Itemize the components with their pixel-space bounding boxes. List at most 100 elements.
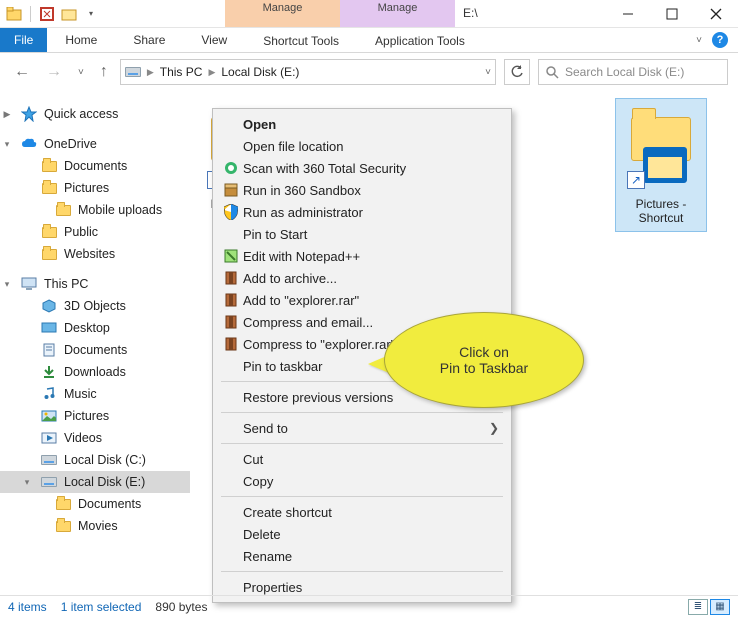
winrar-icon	[219, 314, 243, 330]
chevron-right-icon[interactable]: ▶	[206, 67, 217, 78]
tree-label: 3D Objects	[64, 299, 126, 313]
folder-icon	[40, 224, 58, 240]
tree-local-disk-c[interactable]: Local Disk (C:)	[0, 449, 190, 471]
breadcrumb-thispc[interactable]: This PC	[160, 65, 203, 79]
nav-back-button[interactable]: ←	[10, 63, 34, 81]
tree-pc-downloads[interactable]: Downloads	[0, 361, 190, 383]
ctx-tab-shortcut-tools[interactable]: Manage	[225, 0, 340, 27]
search-box[interactable]: Search Local Disk (E:)	[538, 59, 728, 85]
tree-label: Local Disk (C:)	[64, 453, 146, 467]
nav-recent-dropdown[interactable]: ˅	[74, 67, 88, 78]
pictures-icon	[40, 408, 58, 424]
qat-properties-icon[interactable]	[39, 6, 55, 22]
cloud-icon	[20, 136, 38, 152]
winrar-icon	[219, 270, 243, 286]
tree-pc-documents[interactable]: Documents	[0, 339, 190, 361]
address-bar[interactable]: ▶ This PC ▶ Local Disk (E:) ˅	[120, 59, 496, 85]
cm-delete[interactable]: Delete	[215, 523, 509, 545]
close-button[interactable]	[694, 0, 738, 27]
cm-send-to[interactable]: Send to❯	[215, 417, 509, 439]
ribbon-collapse-icon[interactable]: ˅	[696, 35, 702, 46]
tree-label: Desktop	[64, 321, 110, 335]
cm-create-shortcut[interactable]: Create shortcut	[215, 501, 509, 523]
chevron-right-icon[interactable]: ▶	[145, 67, 156, 78]
window-controls	[606, 0, 738, 27]
tree-e-movies[interactable]: Movies	[0, 515, 190, 537]
titlebar: ▾ Manage Manage E:\	[0, 0, 738, 28]
status-item-count: 4 items	[8, 600, 47, 614]
tree-e-documents[interactable]: Documents	[0, 493, 190, 515]
nav-tree[interactable]: ▶ Quick access ▾ OneDrive Documents Pict…	[0, 93, 190, 595]
tree-od-websites[interactable]: Websites	[0, 243, 190, 265]
cm-cut[interactable]: Cut	[215, 448, 509, 470]
tree-label: Public	[64, 225, 98, 239]
cm-copy[interactable]: Copy	[215, 470, 509, 492]
drive-icon	[40, 452, 58, 468]
tab-file[interactable]: File	[0, 28, 47, 52]
tree-pc-pictures[interactable]: Pictures	[0, 405, 190, 427]
ctx-tab-application-tools[interactable]: Manage	[340, 0, 455, 27]
tab-view[interactable]: View	[183, 28, 245, 52]
tree-od-mobile[interactable]: Mobile uploads	[0, 199, 190, 221]
cm-run-as-admin[interactable]: Run as administrator	[215, 201, 509, 223]
cm-edit-notepadpp[interactable]: Edit with Notepad++	[215, 245, 509, 267]
cm-rename[interactable]: Rename	[215, 545, 509, 567]
cm-run-360-sandbox[interactable]: Run in 360 Sandbox	[215, 179, 509, 201]
star-icon	[20, 106, 38, 122]
tab-application-tools[interactable]: Application Tools	[357, 28, 483, 52]
tab-share[interactable]: Share	[115, 28, 183, 52]
tree-label: Websites	[64, 247, 115, 261]
cm-scan-360[interactable]: Scan with 360 Total Security	[215, 157, 509, 179]
nav-up-button[interactable]: ↑	[96, 63, 112, 81]
tree-pc-3d[interactable]: 3D Objects	[0, 295, 190, 317]
tree-local-disk-e[interactable]: ▾Local Disk (E:)	[0, 471, 190, 493]
tree-label: Pictures	[64, 181, 109, 195]
tab-shortcut-tools[interactable]: Shortcut Tools	[245, 28, 357, 52]
qat-newfolder-icon[interactable]	[61, 6, 77, 22]
tree-pc-music[interactable]: Music	[0, 383, 190, 405]
chevron-right-icon: ❯	[489, 421, 499, 435]
explorer-icon	[6, 6, 22, 22]
address-dropdown-icon[interactable]: ˅	[485, 67, 491, 78]
refresh-button[interactable]	[504, 59, 530, 85]
maximize-button[interactable]	[650, 0, 694, 27]
cm-add-to-explorer-rar[interactable]: Add to "explorer.rar"	[215, 289, 509, 311]
shield-uac-icon	[219, 204, 243, 220]
drive-icon	[40, 474, 58, 490]
tree-od-public[interactable]: Public	[0, 221, 190, 243]
qat-dropdown-icon[interactable]: ▾	[83, 6, 99, 22]
cm-separator	[221, 496, 503, 497]
breadcrumb-drive[interactable]: Local Disk (E:)	[221, 65, 299, 79]
folder-icon	[54, 496, 72, 512]
tree-label: This PC	[44, 277, 88, 291]
window-title: E:\	[455, 0, 606, 27]
tab-home[interactable]: Home	[47, 28, 115, 52]
view-details-button[interactable]: ≣	[688, 599, 708, 615]
tree-label: Pictures	[64, 409, 109, 423]
view-large-icons-button[interactable]: ▦	[710, 599, 730, 615]
item-pictures-shortcut[interactable]: ↗ Pictures - Shortcut	[616, 99, 706, 231]
nav-forward-button[interactable]: →	[42, 63, 66, 81]
tree-pc-videos[interactable]: Videos	[0, 427, 190, 449]
tree-pc-desktop[interactable]: Desktop	[0, 317, 190, 339]
minimize-button[interactable]	[606, 0, 650, 27]
3d-icon	[40, 298, 58, 314]
status-bar: 4 items 1 item selected 890 bytes ≣ ▦	[0, 595, 738, 617]
help-icon[interactable]: ?	[712, 32, 728, 48]
cm-separator	[221, 412, 503, 413]
tree-od-documents[interactable]: Documents	[0, 155, 190, 177]
cm-separator	[221, 443, 503, 444]
tree-label: Videos	[64, 431, 102, 445]
tree-thispc[interactable]: ▾ This PC	[0, 273, 190, 295]
cm-open-file-location[interactable]: Open file location	[215, 135, 509, 157]
cm-add-to-archive[interactable]: Add to archive...	[215, 267, 509, 289]
search-placeholder: Search Local Disk (E:)	[565, 65, 684, 79]
tree-onedrive[interactable]: ▾ OneDrive	[0, 133, 190, 155]
tree-quick-access[interactable]: ▶ Quick access	[0, 103, 190, 125]
folder-icon	[40, 158, 58, 174]
cm-open[interactable]: Open	[215, 113, 509, 135]
documents-icon	[40, 342, 58, 358]
tree-label: Quick access	[44, 107, 118, 121]
tree-od-pictures[interactable]: Pictures	[0, 177, 190, 199]
cm-pin-to-start[interactable]: Pin to Start	[215, 223, 509, 245]
